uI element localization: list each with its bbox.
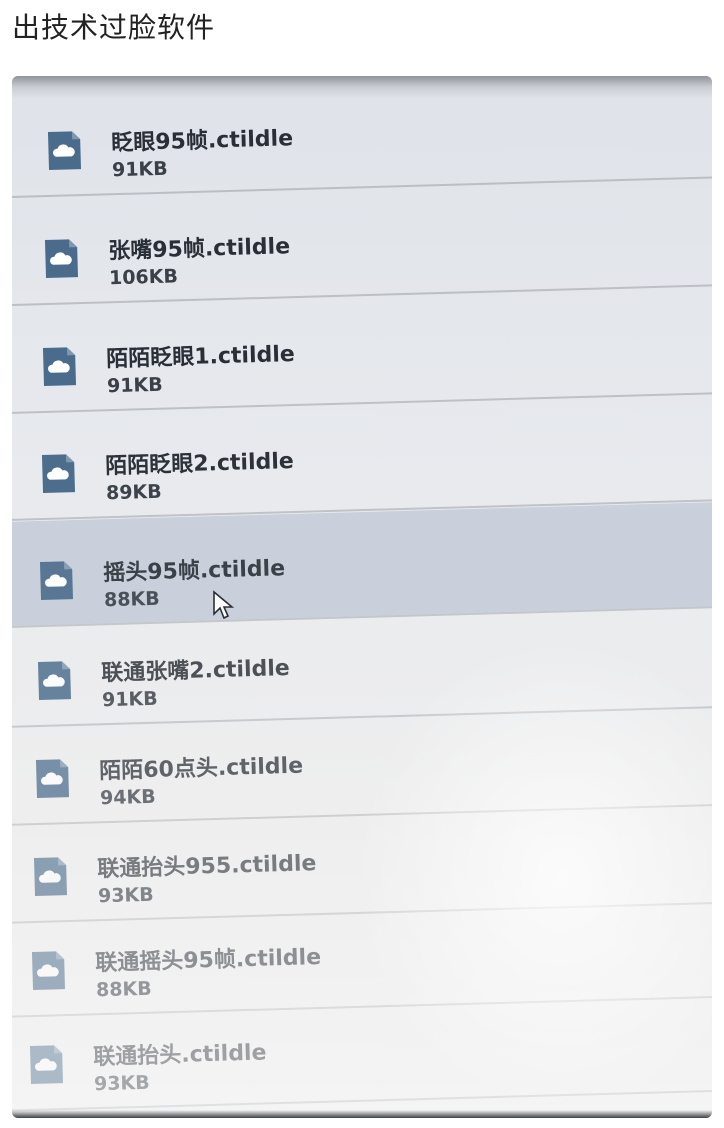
file-name: 眨眼95帧.ctildle bbox=[110, 126, 294, 157]
cloud-file-icon bbox=[33, 857, 68, 896]
cloud-file-icon bbox=[47, 131, 82, 170]
file-row[interactable]: 陌陌眨眼1.ctildle 91KB bbox=[12, 294, 712, 415]
file-name: 联通摇头95帧.ctildle bbox=[94, 944, 322, 977]
post-title: 出技术过脸软件 bbox=[12, 11, 216, 44]
file-name: 陌陌眨眼1.ctildle bbox=[105, 341, 296, 373]
file-row[interactable]: 陌陌眨眼2.ctildle 89KB bbox=[12, 401, 712, 522]
file-size: 88KB bbox=[95, 977, 152, 1002]
cloud-file-icon bbox=[44, 239, 79, 278]
file-size: 88KB bbox=[103, 587, 160, 612]
file-name: 联通抬头.ctildle bbox=[92, 1040, 267, 1071]
file-name: 张嘴95帧.ctildle bbox=[107, 234, 291, 265]
cloud-file-icon bbox=[31, 951, 66, 990]
file-size: 91KB bbox=[106, 373, 163, 398]
cloud-file-icon bbox=[35, 759, 70, 798]
file-size: 89KB bbox=[105, 480, 162, 505]
file-row[interactable]: 眨眼95帧.ctildle 91KB bbox=[12, 78, 712, 199]
photo-bottom-edge bbox=[12, 1110, 712, 1118]
file-size: 93KB bbox=[97, 883, 154, 908]
cloud-file-icon bbox=[42, 347, 77, 386]
file-size: 94KB bbox=[99, 785, 156, 810]
file-name: 摇头95帧.ctildle bbox=[102, 556, 286, 587]
file-name: 联通张嘴2.ctildle bbox=[100, 655, 291, 687]
file-row[interactable]: 摇头95帧.ctildle 88KB bbox=[12, 500, 712, 629]
cloud-file-icon bbox=[37, 661, 72, 700]
mouse-pointer-icon bbox=[213, 590, 234, 620]
screen-photo: 眨眼95帧.ctildle 91KB 张嘴95帧.ctildle 106KB 陌陌眨眼1… bbox=[12, 76, 712, 1118]
file-size: 106KB bbox=[108, 265, 179, 290]
file-size: 91KB bbox=[101, 687, 158, 712]
file-name: 联通抬头955.ctildle bbox=[96, 851, 317, 883]
file-size: 93KB bbox=[93, 1071, 150, 1096]
file-name: 陌陌60点头.ctildle bbox=[98, 753, 304, 785]
cloud-file-icon bbox=[41, 454, 76, 493]
cloud-file-icon bbox=[29, 1045, 64, 1084]
cloud-file-icon bbox=[39, 561, 74, 600]
file-name: 陌陌眨眼2.ctildle bbox=[104, 448, 295, 480]
file-row[interactable]: 张嘴95帧.ctildle 106KB bbox=[12, 186, 712, 307]
screen-glare bbox=[352, 636, 712, 1116]
file-size: 91KB bbox=[111, 157, 168, 182]
